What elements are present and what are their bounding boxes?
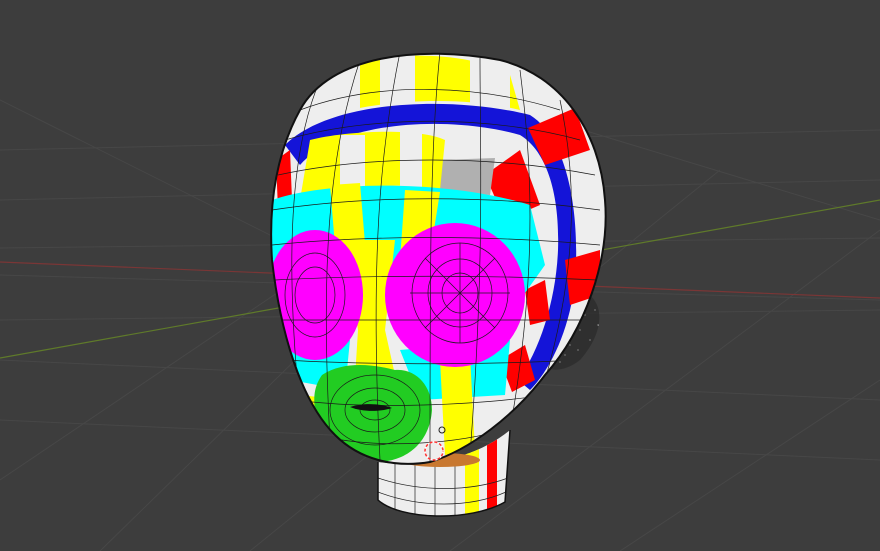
- mouth-area: [314, 365, 432, 462]
- 3d-viewport[interactable]: [0, 0, 880, 551]
- head-mesh[interactable]: [260, 40, 620, 480]
- left-eye-socket: [271, 230, 363, 360]
- viewport-canvas[interactable]: [0, 0, 880, 551]
- right-eye-socket: [385, 223, 525, 367]
